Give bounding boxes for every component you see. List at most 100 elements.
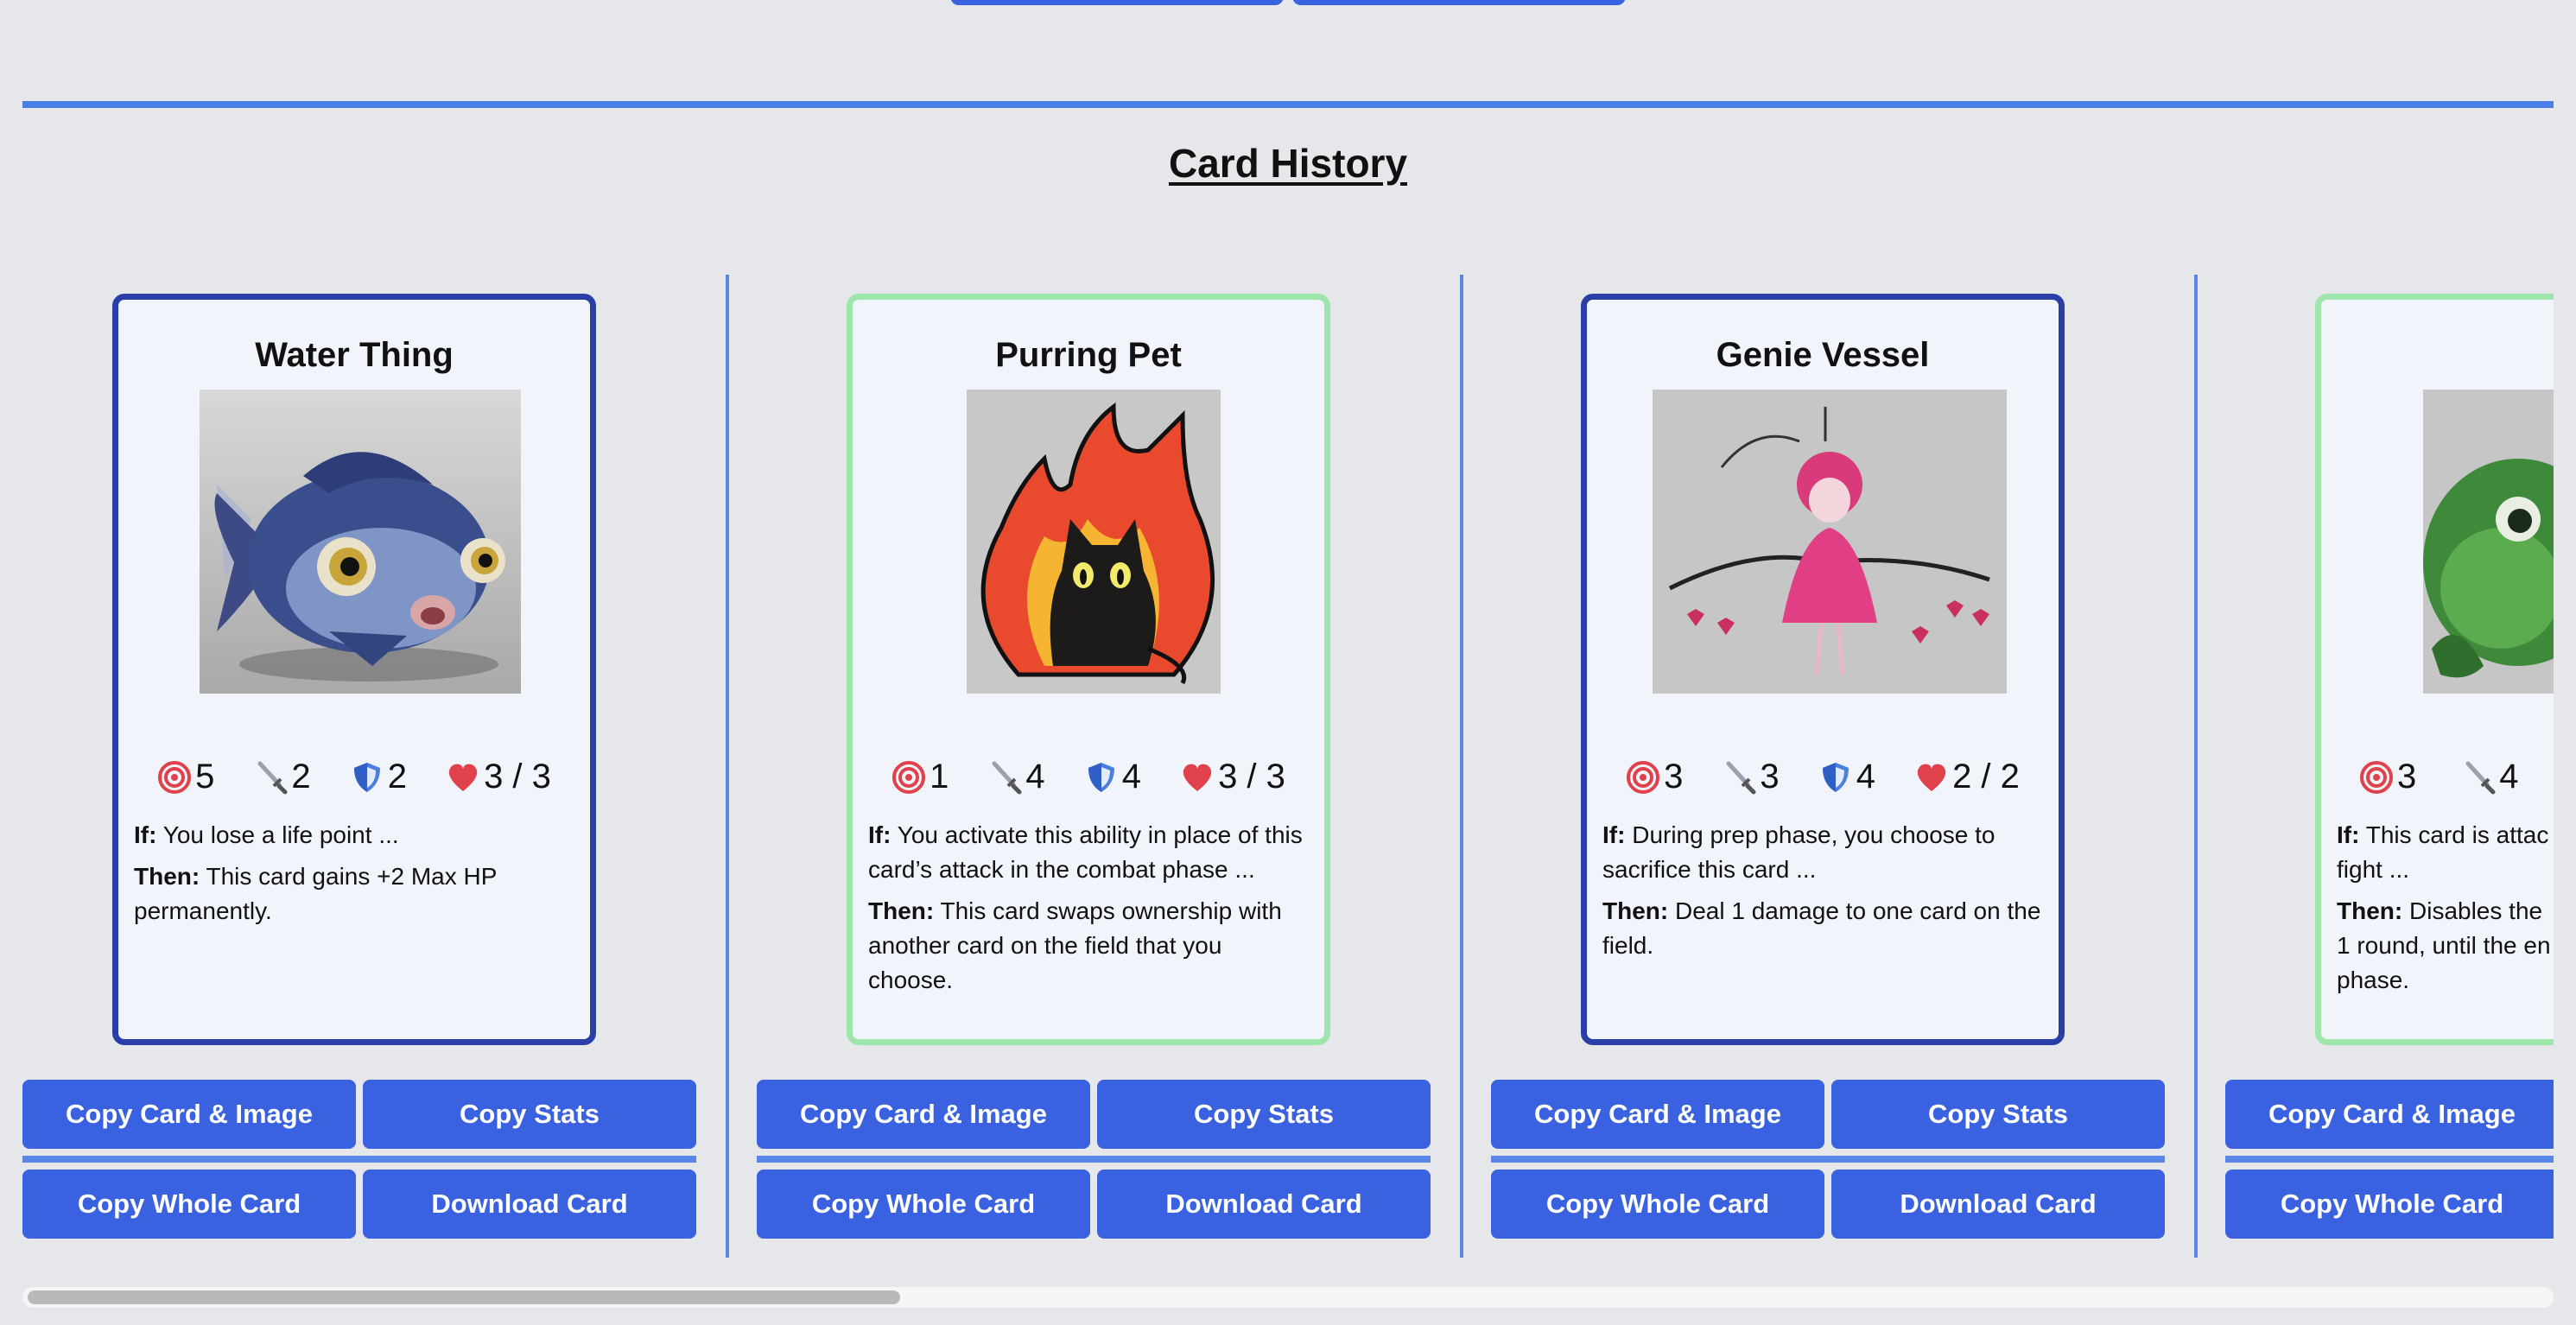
copy-card-image-button[interactable]: Copy Card & Image — [2225, 1080, 2554, 1149]
copy-whole-card-button[interactable]: Copy Whole Card — [2225, 1170, 2554, 1239]
defense-value: 2 — [387, 758, 407, 796]
card-stats: 5 2 2 3 / 3 — [118, 758, 590, 796]
card-water-thing: Water Thing 5 2 2 3 / 3 If: You lose a l… — [112, 294, 596, 1045]
if-clause-cont: fight ... — [2337, 856, 2410, 883]
card-stats: 3 3 4 2 / 2 — [1587, 758, 2059, 796]
section-divider — [22, 101, 2554, 108]
defense-stat: 4 — [1818, 758, 1875, 796]
target-icon — [892, 760, 926, 794]
then-clause-cont-2: phase. — [2337, 967, 2410, 993]
card-image-genie — [1653, 390, 2007, 694]
copy-stats-button[interactable]: Copy Stats — [363, 1080, 696, 1149]
if-clause: If: You lose a life point ... — [134, 821, 399, 848]
heart-icon — [1917, 764, 1946, 791]
card-description: If: You activate this ability in place o… — [868, 818, 1309, 1005]
shield-icon — [1088, 762, 1114, 792]
card-title: Purring Pet — [995, 336, 1182, 374]
card-genie-vessel: Genie Vessel 3 3 4 2 / 2 If: During prep… — [1581, 294, 2065, 1045]
card-title: Water Thing — [255, 336, 454, 374]
card-title: Pl — [2321, 336, 2554, 375]
attack-value: 3 — [1760, 758, 1780, 796]
section-title: Card History — [1168, 141, 1408, 186]
cost-value: 3 — [2397, 758, 2417, 796]
horizontal-scrollbar[interactable] — [22, 1287, 2554, 1308]
attack-value: 4 — [2499, 758, 2519, 796]
then-clause: Then: This card gains +2 Max HP permanen… — [134, 863, 497, 924]
defense-stat: 2 — [350, 758, 407, 796]
copy-whole-card-button[interactable]: Copy Whole Card — [22, 1170, 356, 1239]
defense-stat: 4 — [1084, 758, 1141, 796]
card-separator — [726, 275, 729, 1258]
top-button-left[interactable] — [950, 0, 1284, 5]
button-divider — [1491, 1156, 2165, 1163]
card-stats: 3 4 — [2321, 758, 2554, 796]
attack-stat: 4 — [987, 758, 1045, 796]
copy-card-image-button[interactable]: Copy Card & Image — [1491, 1080, 1824, 1149]
target-icon — [158, 760, 192, 794]
if-clause: If: This card is attac — [2337, 821, 2549, 848]
hp-stat: 3 / 3 — [1180, 758, 1285, 796]
card-description: If: You lose a life point ... Then: This… — [134, 818, 574, 935]
shield-icon — [1822, 762, 1849, 792]
sword-icon — [1726, 761, 1756, 794]
download-card-button[interactable]: Download Card — [1831, 1170, 2165, 1239]
card-separator — [2194, 275, 2198, 1258]
hp-stat: 2 / 2 — [1914, 758, 2020, 796]
card-image-fish — [200, 390, 521, 694]
then-clause: Then: This card swaps ownership with ano… — [868, 897, 1282, 993]
copy-card-image-button[interactable]: Copy Card & Image — [757, 1080, 1090, 1149]
card-title: Genie Vessel — [1716, 336, 1930, 374]
top-button-right[interactable] — [1292, 0, 1626, 5]
button-divider — [22, 1156, 696, 1163]
card-description: If: This card is attac fight ... Then: D… — [2337, 818, 2554, 998]
then-clause: Then: Disables the — [2337, 897, 2543, 924]
copy-stats-button[interactable]: Copy Stats — [1097, 1080, 1431, 1149]
copy-stats-button[interactable]: Copy Stats — [1831, 1080, 2165, 1149]
hp-value: 3 / 3 — [1218, 758, 1285, 796]
attack-stat: 2 — [253, 758, 311, 796]
shield-icon — [353, 762, 380, 792]
card-separator — [1460, 275, 1463, 1258]
target-icon — [2360, 760, 2393, 794]
cost-stat: 1 — [891, 758, 949, 796]
target-icon — [1627, 760, 1660, 794]
attack-stat: 4 — [2461, 758, 2519, 796]
attack-stat: 3 — [1722, 758, 1780, 796]
card-purring-pet: Purring Pet 1 4 4 3 / 3 If: You activate… — [847, 294, 1330, 1045]
heart-icon — [448, 764, 478, 791]
copy-whole-card-button[interactable]: Copy Whole Card — [1491, 1170, 1824, 1239]
scrollbar-thumb[interactable] — [28, 1290, 900, 1304]
cost-value: 5 — [195, 758, 215, 796]
card-stats: 1 4 4 3 / 3 — [853, 758, 1324, 796]
cost-stat: 5 — [157, 758, 214, 796]
card-description: If: During prep phase, you choose to sac… — [1602, 818, 2043, 970]
card-history-scroll-area[interactable]: Water Thing 5 2 2 3 / 3 If: You lose a l… — [22, 259, 2554, 1270]
then-clause-cont: 1 round, until the en — [2337, 932, 2551, 959]
card-partial: Pl 3 4 If: This card is attac fig — [2315, 294, 2554, 1045]
download-card-button[interactable]: Download Card — [1097, 1170, 1431, 1239]
sword-icon — [257, 761, 288, 794]
cost-stat: 3 — [1626, 758, 1683, 796]
defense-value: 4 — [1856, 758, 1875, 796]
button-divider — [757, 1156, 1431, 1163]
copy-card-image-button[interactable]: Copy Card & Image — [22, 1080, 356, 1149]
sword-icon — [992, 761, 1022, 794]
card-image-cat — [967, 390, 1221, 694]
then-clause: Then: Deal 1 damage to one card on the f… — [1602, 897, 2041, 959]
copy-whole-card-button[interactable]: Copy Whole Card — [757, 1170, 1090, 1239]
sword-icon — [2465, 761, 2496, 794]
cost-value: 1 — [930, 758, 949, 796]
if-clause: If: You activate this ability in place o… — [868, 821, 1303, 883]
hp-value: 3 / 3 — [484, 758, 551, 796]
if-clause: If: During prep phase, you choose to sac… — [1602, 821, 1995, 883]
cost-value: 3 — [1664, 758, 1684, 796]
hp-stat: 3 / 3 — [446, 758, 551, 796]
card-image-creature — [2423, 390, 2554, 694]
cost-stat: 3 — [2359, 758, 2416, 796]
download-card-button[interactable]: Download Card — [363, 1170, 696, 1239]
heart-icon — [1183, 764, 1212, 791]
defense-value: 4 — [1121, 758, 1141, 796]
attack-value: 2 — [291, 758, 311, 796]
hp-value: 2 / 2 — [1952, 758, 2020, 796]
button-divider — [2225, 1156, 2554, 1163]
